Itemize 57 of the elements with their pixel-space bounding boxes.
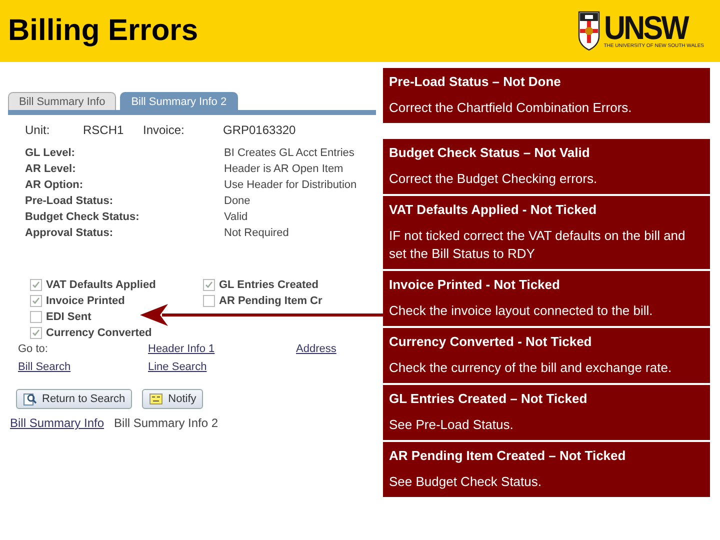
field-label: Invoice: bbox=[143, 123, 186, 137]
checkbox[interactable] bbox=[30, 311, 42, 323]
field-value: Valid bbox=[224, 211, 249, 223]
crest-icon bbox=[578, 11, 600, 51]
card-heading: GL Entries Created – Not Ticked bbox=[388, 390, 588, 408]
field-label: AR Level: bbox=[25, 163, 77, 175]
card-heading: Budget Check Status – Not Valid bbox=[388, 144, 591, 162]
goto-label: Go to: bbox=[18, 343, 49, 355]
checkbox[interactable] bbox=[203, 295, 215, 307]
card-heading: AR Pending Item Created – Not Ticked bbox=[388, 447, 627, 465]
field-value: GRP0163320 bbox=[223, 123, 297, 137]
card-text: Correct the Chartfield Combination Errors. bbox=[388, 99, 633, 117]
checkbox-label: EDI Sent bbox=[46, 311, 92, 323]
action-button[interactable]: Notify bbox=[142, 389, 204, 409]
card-text: Correct the Budget Checking errors. bbox=[388, 170, 598, 188]
field-label: AR Option: bbox=[25, 179, 84, 191]
card-text: See Budget Check Status. bbox=[388, 473, 542, 491]
search-icon bbox=[23, 392, 37, 406]
field-label: GL Level: bbox=[25, 147, 76, 159]
checkbox-label: GL Entries Created bbox=[219, 279, 318, 291]
checkbox-label: Invoice Printed bbox=[46, 295, 125, 307]
card-heading: Invoice Printed - Not Ticked bbox=[388, 276, 561, 294]
card-text: IF not ticked correct the VAT defaults on the bill and set the Bill Status to RDY bbox=[388, 227, 686, 263]
field-value: Not Required bbox=[224, 227, 290, 239]
card-heading: Currency Converted - Not Ticked bbox=[388, 333, 593, 351]
field-value: BI Creates GL Acct Entries bbox=[224, 147, 356, 159]
slide-title: Billing Errors bbox=[8, 14, 198, 48]
card-text: Check the currency of the bill and exchange rate. bbox=[388, 359, 673, 377]
checkbox-label: VAT Defaults Applied bbox=[46, 279, 156, 291]
field-value: Done bbox=[224, 195, 252, 207]
field-value: RSCH1 bbox=[83, 123, 125, 137]
checkbox[interactable] bbox=[203, 279, 215, 291]
checkbox[interactable] bbox=[30, 327, 42, 339]
note-icon bbox=[149, 393, 164, 405]
card-heading: Pre-Load Status – Not Done bbox=[388, 73, 562, 91]
field-label: Pre-Load Status: bbox=[25, 195, 114, 207]
nav-link[interactable]: Bill Search bbox=[18, 361, 148, 373]
field-label: Unit: bbox=[25, 123, 51, 137]
nav-link[interactable]: Header Info 1 bbox=[148, 343, 296, 355]
field-value: Header is AR Open Item bbox=[224, 163, 344, 175]
page-link[interactable]: Bill Summary Info bbox=[10, 416, 104, 430]
nav-link[interactable]: Line Search bbox=[148, 361, 296, 373]
card-heading: VAT Defaults Applied - Not Ticked bbox=[388, 201, 598, 219]
nav-link[interactable]: Address bbox=[296, 343, 376, 355]
tab[interactable]: Bill Summary Info bbox=[8, 92, 116, 110]
checkbox-label: Currency Converted bbox=[46, 327, 152, 339]
card-text: Check the invoice layout connected to the bill. bbox=[388, 302, 654, 320]
logo-wordmark: UNSW bbox=[604, 13, 688, 43]
action-button[interactable]: Return to Search bbox=[16, 389, 132, 409]
field-label: Budget Check Status: bbox=[25, 211, 140, 223]
current-page-label: Bill Summary Info 2 bbox=[114, 416, 218, 430]
checkbox[interactable] bbox=[30, 279, 42, 291]
field-label: Approval Status: bbox=[25, 227, 114, 239]
checkbox-label: AR Pending Item Cr bbox=[219, 295, 322, 307]
checkbox[interactable] bbox=[30, 295, 42, 307]
field-value: Use Header for Distribution bbox=[224, 179, 358, 191]
card-text: See Pre-Load Status. bbox=[388, 416, 514, 434]
